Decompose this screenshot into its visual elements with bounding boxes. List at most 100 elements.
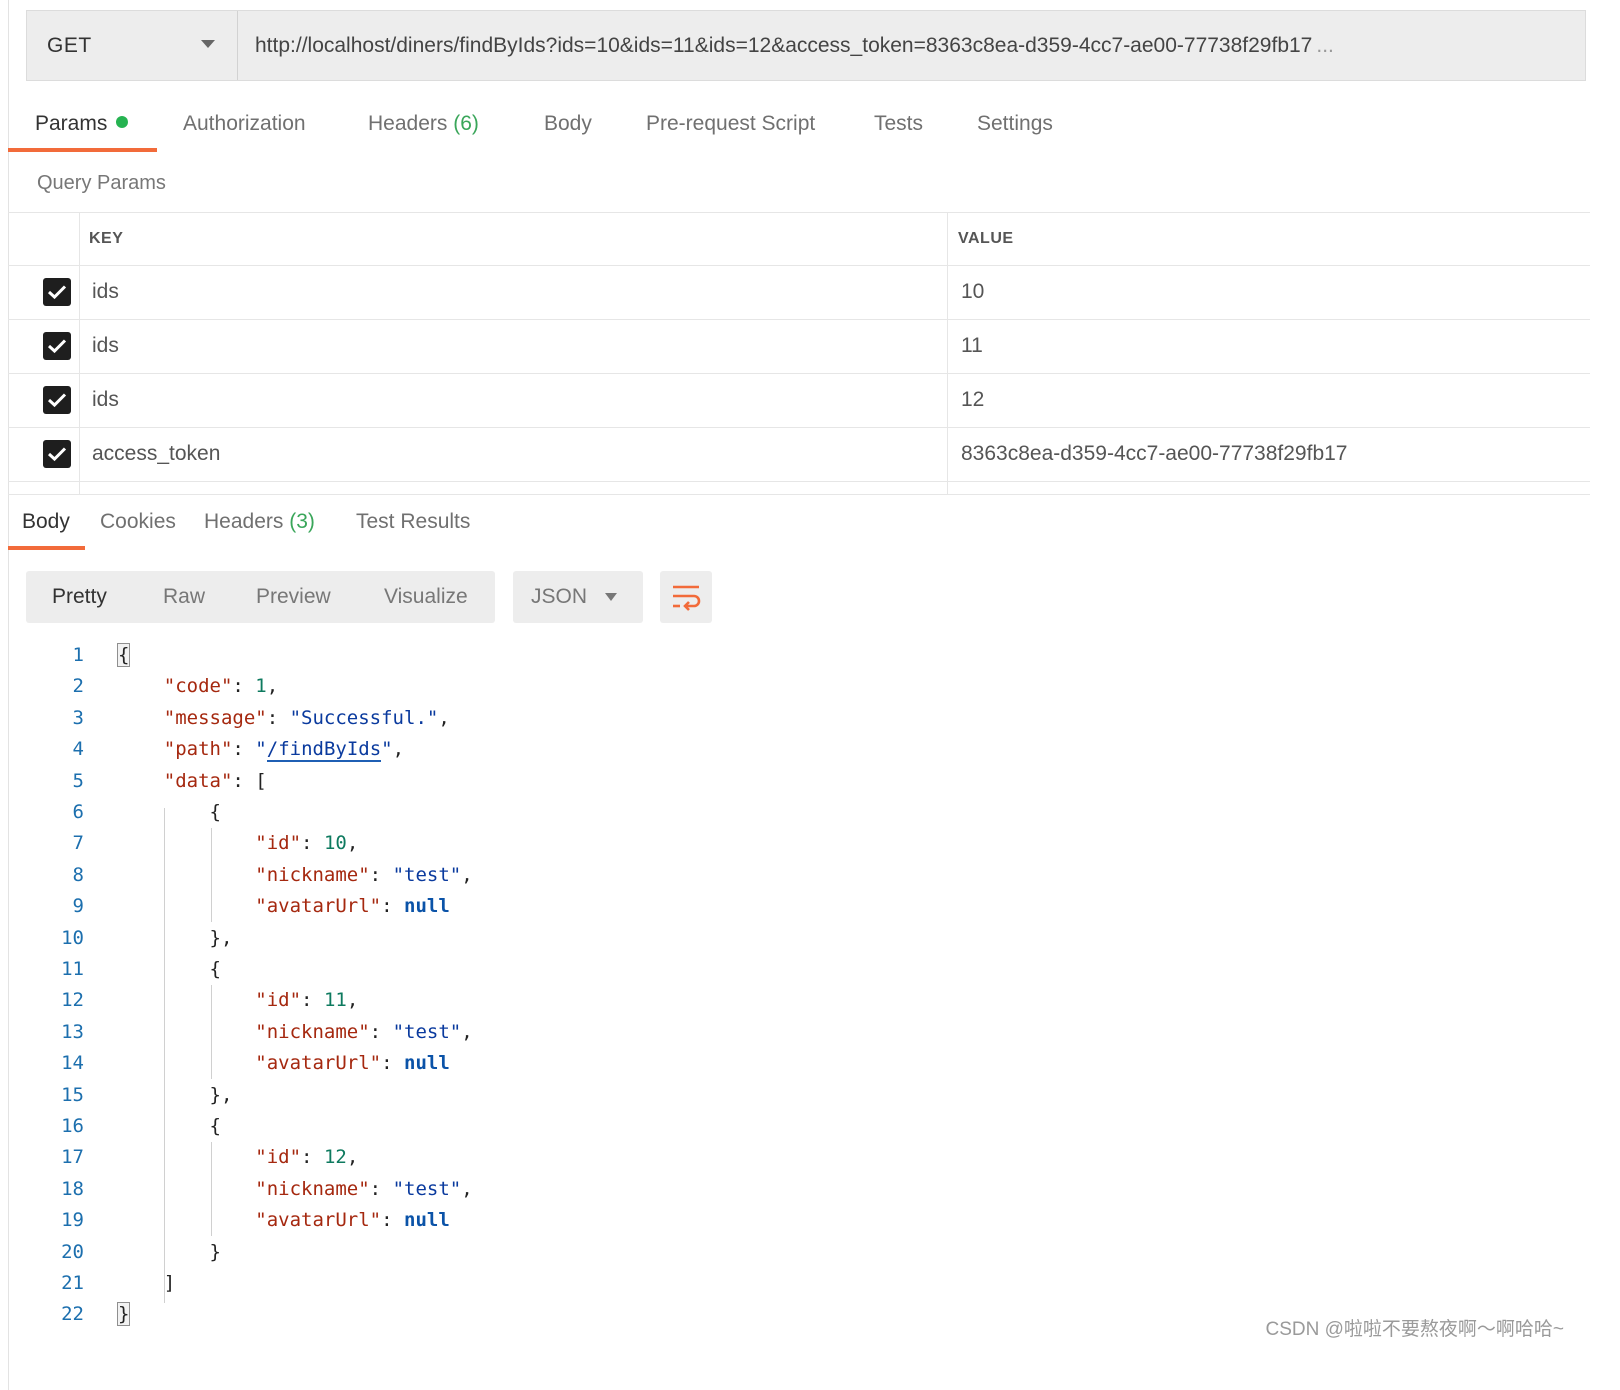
tab-response-headers-label: Headers (204, 510, 284, 533)
active-tab-indicator (8, 546, 85, 550)
json-key: "nickname" (255, 1021, 370, 1043)
code-line: "nickname": "test", (255, 1178, 473, 1200)
url-input[interactable]: http://localhost/diners/findByIds?ids=10… (255, 11, 1334, 80)
line-number: 12 (61, 989, 84, 1011)
code-line: "path": "/findByIds", (163, 738, 405, 762)
param-value[interactable]: 11 (961, 334, 983, 358)
wrap-lines-icon (673, 585, 701, 611)
json-string: "test" (392, 864, 462, 886)
line-number: 11 (61, 958, 84, 980)
value-column-header: VALUE (958, 230, 1014, 247)
request-tabs: Params Authorization Headers (6) Body Pr… (8, 100, 1598, 156)
json-key: "id" (255, 1146, 302, 1168)
code-line: "data": [ (163, 770, 267, 792)
json-string: "test" (392, 1178, 462, 1200)
tab-headers[interactable]: Headers (6) (368, 112, 479, 136)
table-border (8, 265, 1590, 266)
view-mode-group: Pretty Raw Preview Visualize (26, 571, 495, 623)
query-params-title: Query Params (37, 172, 166, 194)
tab-headers-label: Headers (368, 112, 448, 135)
param-checkbox[interactable] (43, 278, 71, 306)
active-tab-indicator (8, 148, 157, 152)
table-border (8, 427, 1590, 428)
code-line: "id": 12, (255, 1146, 359, 1168)
json-string: "test" (392, 1021, 462, 1043)
param-key[interactable]: ids (92, 334, 119, 358)
check-icon (47, 393, 67, 408)
code-line: "nickname": "test", (255, 864, 473, 886)
view-raw-button[interactable]: Raw (163, 585, 205, 609)
table-border (8, 319, 1590, 320)
line-number: 5 (72, 770, 84, 792)
param-value[interactable]: 12 (961, 388, 984, 412)
json-number: 10 (323, 832, 347, 854)
code-line: ] (118, 1272, 176, 1294)
param-value[interactable]: 10 (961, 280, 984, 304)
tab-cookies[interactable]: Cookies (100, 510, 176, 534)
method-select[interactable]: GET (27, 11, 238, 80)
code-line: "nickname": "test", (255, 1021, 473, 1043)
format-label: JSON (531, 585, 588, 608)
json-key: "nickname" (255, 864, 370, 886)
param-checkbox[interactable] (43, 332, 71, 360)
json-null: null (404, 1209, 450, 1231)
tab-response-headers[interactable]: Headers (3) (204, 510, 315, 534)
view-pretty-button[interactable]: Pretty (52, 585, 107, 609)
json-key: "avatarUrl" (255, 895, 382, 917)
json-key: "data" (163, 770, 233, 792)
tab-prerequest-script[interactable]: Pre-request Script (646, 112, 815, 136)
tab-body[interactable]: Body (544, 112, 592, 136)
json-null: null (404, 895, 450, 917)
check-icon (47, 339, 67, 354)
line-number: 13 (61, 1021, 84, 1043)
check-icon (47, 447, 67, 462)
format-select[interactable]: JSON (513, 571, 643, 623)
code-line: "id": 10, (255, 832, 359, 854)
method-label: GET (47, 33, 92, 57)
chevron-down-icon (201, 40, 215, 48)
tab-headers-count: (6) (453, 112, 479, 135)
code-line: "id": 11, (255, 989, 359, 1011)
json-key: "id" (255, 989, 302, 1011)
json-key: "avatarUrl" (255, 1209, 382, 1231)
view-preview-button[interactable]: Preview (256, 585, 331, 609)
line-number: 18 (61, 1178, 84, 1200)
table-border (8, 481, 1590, 482)
param-key[interactable]: ids (92, 280, 119, 304)
params-active-dot-icon (116, 116, 129, 128)
json-key: "path" (163, 738, 233, 760)
tab-test-results[interactable]: Test Results (356, 510, 470, 534)
json-key: "code" (163, 675, 233, 697)
line-number: 7 (72, 832, 84, 854)
view-visualize-button[interactable]: Visualize (384, 585, 468, 609)
tab-response-body[interactable]: Body (22, 510, 70, 534)
line-number: 6 (72, 801, 84, 823)
tab-settings[interactable]: Settings (977, 112, 1053, 136)
line-number: 8 (72, 864, 84, 886)
url-text: http://localhost/diners/findByIds?ids=10… (255, 33, 1313, 57)
url-ellipsis: ... (1316, 33, 1334, 57)
code-line: "code": 1, (163, 675, 279, 697)
param-checkbox[interactable] (43, 386, 71, 414)
param-key[interactable]: access_token (92, 442, 220, 466)
wrap-lines-button[interactable] (660, 571, 712, 623)
param-value[interactable]: 8363c8ea-d359-4cc7-ae00-77738f29fb17 (961, 442, 1347, 466)
tab-tests[interactable]: Tests (874, 112, 923, 136)
path-link[interactable]: /findByIds (266, 738, 382, 762)
table-border (8, 212, 1590, 213)
tab-params[interactable]: Params (35, 112, 129, 136)
watermark: CSDN @啦啦不要熬夜啊～啊哈哈~ (1265, 1319, 1565, 1340)
key-column-header: KEY (89, 230, 124, 247)
json-number: 12 (323, 1146, 347, 1168)
json-number: 11 (323, 989, 347, 1011)
param-key[interactable]: ids (92, 388, 119, 412)
line-number: 2 (72, 675, 84, 697)
json-number: 1 (255, 675, 267, 697)
code-line: } (116, 1302, 131, 1326)
table-border (79, 212, 80, 494)
tab-authorization[interactable]: Authorization (183, 112, 306, 136)
line-number: 20 (61, 1241, 84, 1263)
tab-params-label: Params (35, 112, 108, 135)
line-number: 10 (61, 927, 84, 949)
param-checkbox[interactable] (43, 440, 71, 468)
